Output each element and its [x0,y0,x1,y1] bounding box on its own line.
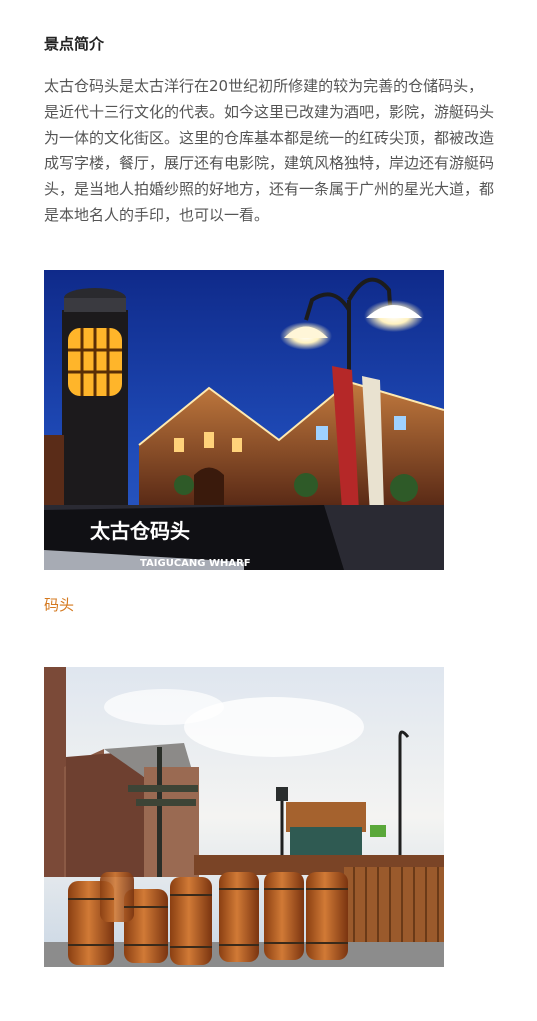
wharf-sign-english: TAIGUCANG WHARF [140,558,251,569]
section-title: 景点简介 [44,35,105,53]
intro-paragraph: 太古仓码头是太古洋行在20世纪初所修建的较为完善的仓储码头，是近代十三行文化的代… [44,77,495,224]
photo-caption: 码头 [44,596,75,614]
barrels-plaza-photo[interactable] [44,667,444,967]
wharf-night-photo[interactable]: 太古仓码头 TAIGUCANG WHARF [44,270,444,570]
wharf-sign-chinese: 太古仓码头 [90,519,190,543]
